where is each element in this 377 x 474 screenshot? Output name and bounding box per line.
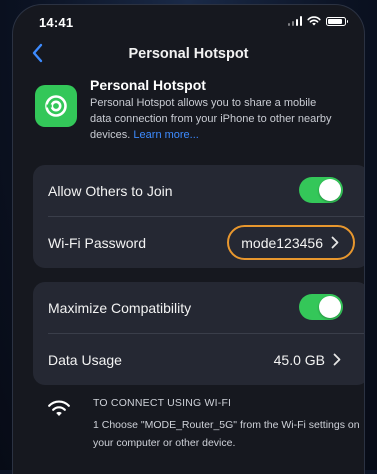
header-description: Personal Hotspot allows you to share a m… xyxy=(90,95,340,143)
data-usage-label: Data Usage xyxy=(48,352,122,368)
hotspot-header: Personal Hotspot Personal Hotspot allows… xyxy=(33,75,343,155)
maximize-compat-label: Maximize Compatibility xyxy=(48,300,191,316)
wifi-icon xyxy=(307,16,321,26)
status-icons xyxy=(288,16,347,26)
connect-text: 1 Choose "MODE_Router_5G" from the Wi-Fi… xyxy=(93,416,363,452)
chevron-right-icon xyxy=(333,353,341,366)
learn-more-link[interactable]: Learn more... xyxy=(133,129,198,141)
chevron-right-icon xyxy=(331,236,339,249)
header-title: Personal Hotspot xyxy=(90,77,206,93)
allow-others-toggle[interactable] xyxy=(299,177,343,203)
page-title: Personal Hotspot xyxy=(13,46,364,62)
settings-group-access: Allow Others to Join Wi-Fi Password mode… xyxy=(33,165,365,268)
hotspot-link-icon xyxy=(35,85,77,127)
wifi-icon xyxy=(47,399,71,417)
signal-icon xyxy=(288,16,303,26)
data-usage-value-wrap[interactable]: 45.0 GB xyxy=(262,342,355,377)
nav-bar: Personal Hotspot xyxy=(13,38,364,68)
phone-screen: 14:41 Personal Hotspot xyxy=(12,4,365,474)
wifi-password-row[interactable]: Wi-Fi Password mode123456 xyxy=(33,217,365,268)
wifi-password-value-highlight[interactable]: mode123456 xyxy=(227,225,355,260)
header-description-text: Personal Hotspot allows you to share a m… xyxy=(90,97,332,141)
maximize-compat-toggle[interactable] xyxy=(299,294,343,320)
connect-heading: TO CONNECT USING WI-FI xyxy=(93,397,231,409)
status-bar: 14:41 xyxy=(13,5,364,35)
data-usage-row[interactable]: Data Usage 45.0 GB xyxy=(33,334,365,385)
wifi-password-label: Wi-Fi Password xyxy=(48,235,146,251)
toggle-knob xyxy=(319,296,341,318)
maximize-compat-row: Maximize Compatibility xyxy=(33,282,365,333)
wifi-password-value: mode123456 xyxy=(241,235,323,251)
toggle-knob xyxy=(319,179,341,201)
battery-icon xyxy=(326,17,346,26)
settings-group-network: Maximize Compatibility Data Usage 45.0 G… xyxy=(33,282,365,385)
allow-others-label: Allow Others to Join xyxy=(48,183,173,199)
status-time: 14:41 xyxy=(39,15,73,30)
data-usage-value: 45.0 GB xyxy=(274,352,325,368)
allow-others-row: Allow Others to Join xyxy=(33,165,365,216)
